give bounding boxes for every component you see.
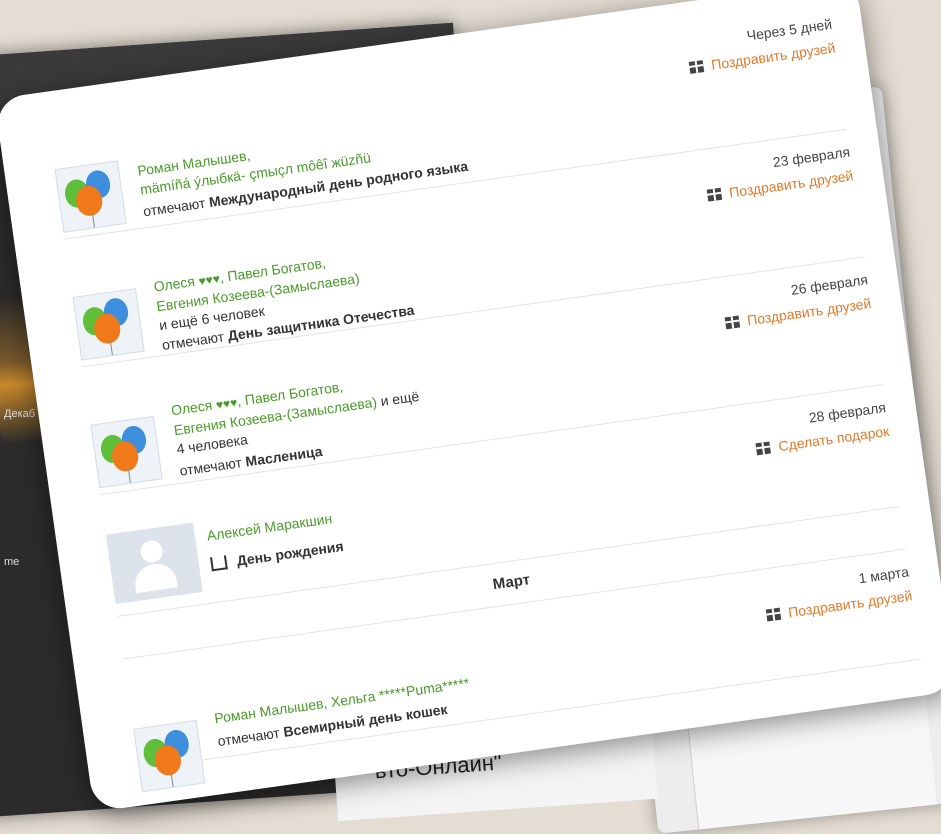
hearts-icon: ♥♥♥ <box>197 271 221 289</box>
balloons-icon <box>133 719 206 793</box>
balloons-icon <box>90 415 163 489</box>
events-list: Через 5 дней Поздравить друзей Роман Мал… <box>46 1 922 793</box>
participant-link[interactable]: Олеся <box>153 273 196 295</box>
send-gift-link[interactable]: Сделать подарок <box>755 423 890 457</box>
gift-icon <box>724 315 741 330</box>
default-avatar-icon[interactable] <box>105 522 203 605</box>
congratulate-link[interactable]: Поздравить друзей <box>765 587 913 623</box>
background-label-2: me <box>4 556 20 568</box>
gift-icon <box>688 60 705 74</box>
event-date: 1 марта <box>857 563 910 587</box>
congratulate-link[interactable]: Поздравить друзей <box>688 40 836 76</box>
balloons-icon <box>72 288 145 361</box>
hearts-icon: ♥♥♥ <box>215 395 239 413</box>
cake-icon <box>210 555 228 572</box>
holiday-name: День рождения <box>235 537 345 569</box>
background-label: Декаб <box>4 408 36 420</box>
gift-icon <box>706 187 723 202</box>
events-card: Через 5 дней Поздравить друзей Роман Мал… <box>0 0 941 813</box>
event-date: 26 февраля <box>789 271 869 298</box>
gift-icon <box>755 441 772 456</box>
congratulate-link[interactable]: Поздравить друзей <box>724 295 872 331</box>
event-date: 28 февраля <box>807 399 887 426</box>
balloons-icon <box>54 160 127 233</box>
participant-link[interactable]: Алексей Маракшин <box>206 510 333 543</box>
gift-icon <box>765 607 782 622</box>
participant-link[interactable]: Олеся <box>170 397 213 419</box>
event-date: Через 5 дней <box>745 15 833 44</box>
event-date: 23 февраля <box>771 143 851 171</box>
congratulate-link[interactable]: Поздравить друзей <box>706 167 854 203</box>
